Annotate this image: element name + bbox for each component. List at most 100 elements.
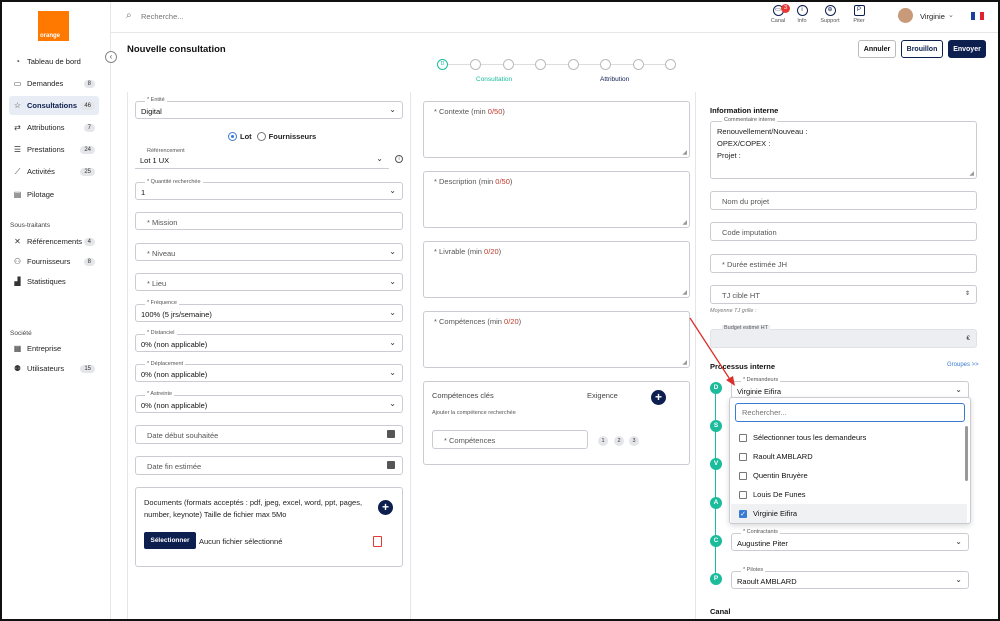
stepper-arrows-icon[interactable]: ⇕ xyxy=(965,290,970,297)
info-icon[interactable]: i xyxy=(395,155,403,163)
niveau-select[interactable]: * Niveau ⌄ xyxy=(135,243,403,261)
entite-select[interactable]: Digital ⌄ xyxy=(135,101,403,119)
competence-input[interactable]: * Compétences xyxy=(432,430,588,449)
contractants-select[interactable]: Augustine Piter ⌄ xyxy=(731,533,969,551)
description-textarea[interactable]: * Description (min 0/50) ◢ xyxy=(423,171,690,228)
user-name[interactable]: Virginie xyxy=(920,12,945,21)
radio-lot[interactable] xyxy=(228,132,237,141)
collapse-sidebar-button[interactable]: ‹ xyxy=(105,51,117,63)
competences-textarea[interactable]: * Compétences (min 0/20) ◢ xyxy=(423,311,690,368)
stepper-step[interactable] xyxy=(633,59,644,70)
quantite-label: * Quantité recherchée xyxy=(145,179,203,185)
dropdown-option[interactable]: Quentin Bruyère xyxy=(731,466,967,485)
sidebar-item-referencements[interactable]: ✕ Référencements 4 xyxy=(9,232,99,251)
select-file-button[interactable]: Sélectionner xyxy=(144,532,196,549)
lieu-select[interactable]: * Lieu ⌄ xyxy=(135,273,403,291)
sidebar-item-pilotage[interactable]: ▤ Pilotage xyxy=(9,185,99,204)
livrable-textarea[interactable]: * Livrable (min 0/20) ◢ xyxy=(423,241,690,298)
tasks-icon: ☰ xyxy=(13,145,22,154)
astreinte-select[interactable]: 0% (non applicable) ⌄ xyxy=(135,395,403,413)
resize-handle[interactable]: ◢ xyxy=(682,289,687,296)
draft-button[interactable]: Brouillon xyxy=(901,40,943,58)
dropdown-option[interactable]: Louis De Funes xyxy=(731,485,967,504)
orange-logo[interactable]: orange xyxy=(38,11,69,41)
lifebuoy-icon: ⊕ xyxy=(824,5,836,16)
sidebar-item-consultations[interactable]: ☆ Consultations 46 xyxy=(9,96,99,115)
stepper-step[interactable] xyxy=(503,59,514,70)
check-icon[interactable]: ✓ xyxy=(739,509,747,518)
dropdown-search-input[interactable] xyxy=(735,403,965,422)
radio-fournisseurs[interactable] xyxy=(256,132,266,141)
stepper-step[interactable] xyxy=(600,59,611,70)
sidebar-item-prestations[interactable]: ☰ Prestations 24 xyxy=(9,140,99,159)
info-label: Info xyxy=(797,18,807,24)
sidebar-item-statistiques[interactable]: ▟ Statistiques xyxy=(9,272,99,291)
search-input[interactable] xyxy=(141,9,341,23)
search-icon: ⌕ xyxy=(126,10,132,21)
sidebar-item-fournisseurs[interactable]: ⚇ Fournisseurs 8 xyxy=(9,252,99,271)
pilotes-select[interactable]: Raoult AMBLARD ⌄ xyxy=(731,571,969,589)
avatar[interactable] xyxy=(898,8,913,23)
sidebar-item-attributions[interactable]: ⇄ Attributions 7 xyxy=(9,118,99,137)
sidebar-item-activites[interactable]: ⟋ Activités 25 xyxy=(9,162,99,181)
stepper-step[interactable] xyxy=(568,59,579,70)
groupes-link[interactable]: Groupes >> xyxy=(947,362,979,368)
checkbox[interactable] xyxy=(739,452,747,461)
dropdown-option-selected[interactable]: ✓ Virginie Eifira xyxy=(731,504,967,523)
duree-input[interactable]: * Durée estimée JH xyxy=(710,254,977,273)
speedometer-icon: ◔ xyxy=(15,57,20,66)
sidebar-item-dashboard[interactable]: ◔ Tableau de bord xyxy=(9,52,99,71)
add-competence-icon[interactable]: + xyxy=(651,390,666,405)
competences-count: 0/20 xyxy=(504,317,519,326)
level-2[interactable]: 2 xyxy=(614,436,624,446)
info-button[interactable]: i Info xyxy=(787,5,817,24)
checkbox[interactable] xyxy=(739,433,747,442)
date-debut-input[interactable]: Date début souhaitée xyxy=(135,425,403,444)
checkbox[interactable] xyxy=(739,490,747,499)
resize-handle[interactable]: ◢ xyxy=(969,170,974,177)
stepper-step[interactable]: D xyxy=(437,59,448,70)
dropdown-option[interactable]: Raoult AMBLARD xyxy=(731,447,967,466)
nom-projet-input[interactable]: Nom du projet xyxy=(710,191,977,210)
dropdown-scrollbar[interactable] xyxy=(965,426,968,481)
stepper-step[interactable] xyxy=(470,59,481,70)
users-icon: ⚇ xyxy=(13,257,22,266)
checkbox[interactable] xyxy=(739,471,747,480)
code-imputation-input[interactable]: Code imputation xyxy=(710,222,977,241)
piter-button[interactable]: P Piter xyxy=(844,5,874,24)
option-label: Raoult AMBLARD xyxy=(753,452,813,461)
resize-handle[interactable]: ◢ xyxy=(682,359,687,366)
level-3[interactable]: 3 xyxy=(629,436,639,446)
no-file-text: Aucun fichier sélectionné xyxy=(199,537,283,546)
date-fin-input[interactable]: Date fin estimée xyxy=(135,456,403,475)
stepper-step[interactable] xyxy=(535,59,546,70)
frequence-select[interactable]: 100% (5 jrs/semaine) ⌄ xyxy=(135,304,403,322)
stepper-step[interactable] xyxy=(665,59,676,70)
tj-cible-input[interactable]: TJ cible HT ⇕ xyxy=(710,285,977,304)
chevron-down-icon: ⌄ xyxy=(389,338,396,347)
support-button[interactable]: ⊕ Support xyxy=(815,5,845,24)
option-label: Virginie Eifira xyxy=(753,509,798,518)
trash-icon[interactable] xyxy=(373,536,382,547)
calendar-icon[interactable] xyxy=(387,461,395,469)
sidebar-item-entreprise[interactable]: ▦ Entreprise xyxy=(9,339,99,358)
send-button[interactable]: Envoyer xyxy=(948,40,986,58)
sidebar-item-demandes[interactable]: ▭ Demandes 8 xyxy=(9,74,99,93)
french-flag-icon[interactable] xyxy=(971,12,984,20)
chevron-down-icon: ⌄ xyxy=(389,186,396,195)
cancel-button[interactable]: Annuler xyxy=(858,40,896,58)
dropdown-option[interactable]: Sélectionner tous les demandeurs xyxy=(731,428,967,447)
resize-handle[interactable]: ◢ xyxy=(682,219,687,226)
level-1[interactable]: 1 xyxy=(598,436,608,446)
resize-handle[interactable]: ◢ xyxy=(682,149,687,156)
mission-input[interactable]: * Mission xyxy=(135,212,403,230)
add-document-icon[interactable]: + xyxy=(378,500,393,515)
moyenne-text: Moyenne TJ grille : xyxy=(710,308,757,314)
sidebar-item-utilisateurs[interactable]: ⚉ Utilisateurs 15 xyxy=(9,359,99,378)
calendar-icon[interactable] xyxy=(387,430,395,438)
lot-fournisseurs-radio-group: Lot Fournisseurs xyxy=(228,132,316,141)
distanciel-select[interactable]: 0% (non applicable) ⌄ xyxy=(135,334,403,352)
contexte-textarea[interactable]: * Contexte (min 0/50) ◢ xyxy=(423,101,690,158)
sidebar-item-label: Consultations xyxy=(27,101,77,110)
chevron-down-icon[interactable]: ⌄ xyxy=(948,11,954,19)
